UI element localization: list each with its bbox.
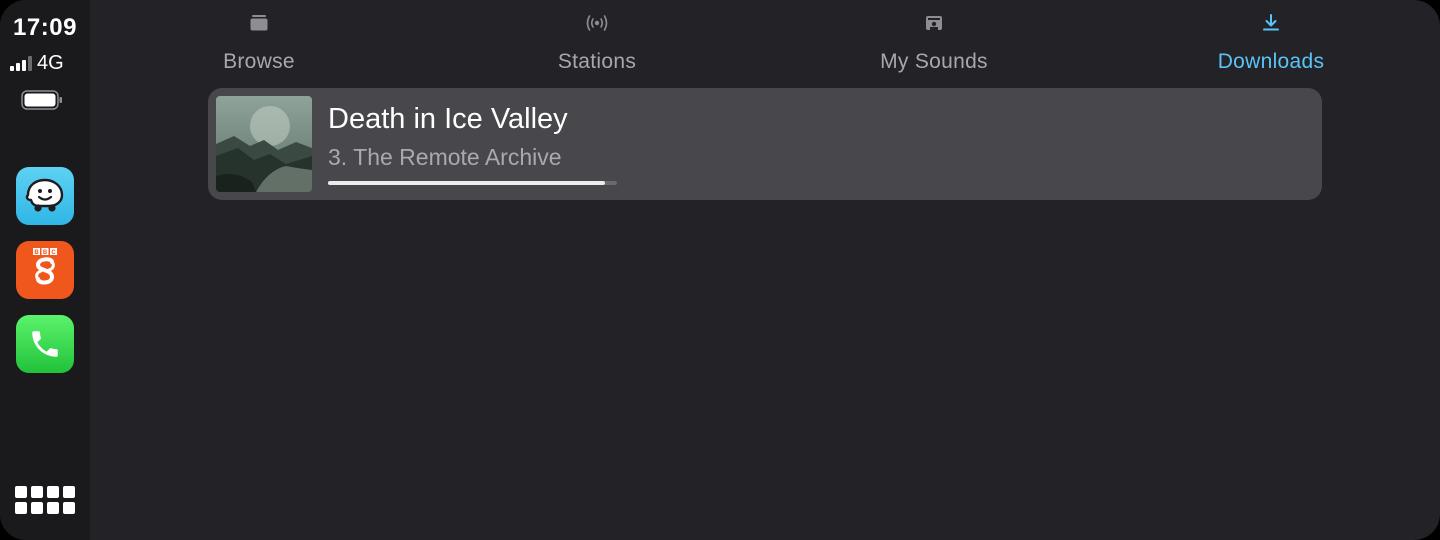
misty-valley-artwork xyxy=(216,96,312,192)
tab-my-sounds[interactable]: My Sounds xyxy=(814,0,1054,84)
waze-app-icon[interactable] xyxy=(16,167,74,225)
battery-icon xyxy=(21,90,62,110)
my-sounds-icon xyxy=(926,16,942,30)
episode-artwork xyxy=(216,96,312,192)
tab-browse-label: Browse xyxy=(223,50,295,73)
carplay-sidebar: 17:09 4G B B C xyxy=(0,0,90,540)
bbc-letter-b2: B xyxy=(43,250,48,256)
bbc-letter-b1: B xyxy=(34,250,39,256)
playback-progress-bar xyxy=(328,181,617,185)
tab-stations-label: Stations xyxy=(557,50,637,73)
tab-bar: Browse Stations My Sounds Downloads xyxy=(90,0,1440,84)
episode-subtitle: 3. The Remote Archive xyxy=(328,144,562,170)
phone-app-icon[interactable] xyxy=(16,315,74,373)
status-time: 17:09 xyxy=(13,14,77,41)
status-signal: 4G xyxy=(10,52,64,74)
network-type: 4G xyxy=(37,52,64,74)
bbc-letter-c: C xyxy=(51,250,56,256)
tab-my-sounds-label: My Sounds xyxy=(880,50,988,73)
stations-icon xyxy=(586,15,608,31)
signal-strength-icon xyxy=(10,55,32,71)
app-grid-button[interactable] xyxy=(15,486,77,518)
bbc-sounds-icon: B B C xyxy=(33,248,57,285)
bbc-sounds-app-icon[interactable]: B B C xyxy=(16,241,74,299)
tab-browse[interactable]: Browse xyxy=(139,0,379,84)
browse-icon xyxy=(250,15,268,31)
playback-progress-fill xyxy=(328,181,606,185)
tab-stations[interactable]: Stations xyxy=(477,0,717,84)
phone-icon xyxy=(32,331,58,357)
tab-downloads-label: Downloads xyxy=(1217,50,1325,73)
carplay-screen: 17:09 4G B B C Browse Stations My Sounds… xyxy=(0,0,1440,540)
waze-icon xyxy=(25,178,64,212)
episode-title: Death in Ice Valley xyxy=(328,103,568,135)
download-item[interactable]: Death in Ice Valley 3. The Remote Archiv… xyxy=(208,88,1322,200)
tab-downloads[interactable]: Downloads xyxy=(1151,0,1391,84)
download-icon xyxy=(1263,14,1279,31)
